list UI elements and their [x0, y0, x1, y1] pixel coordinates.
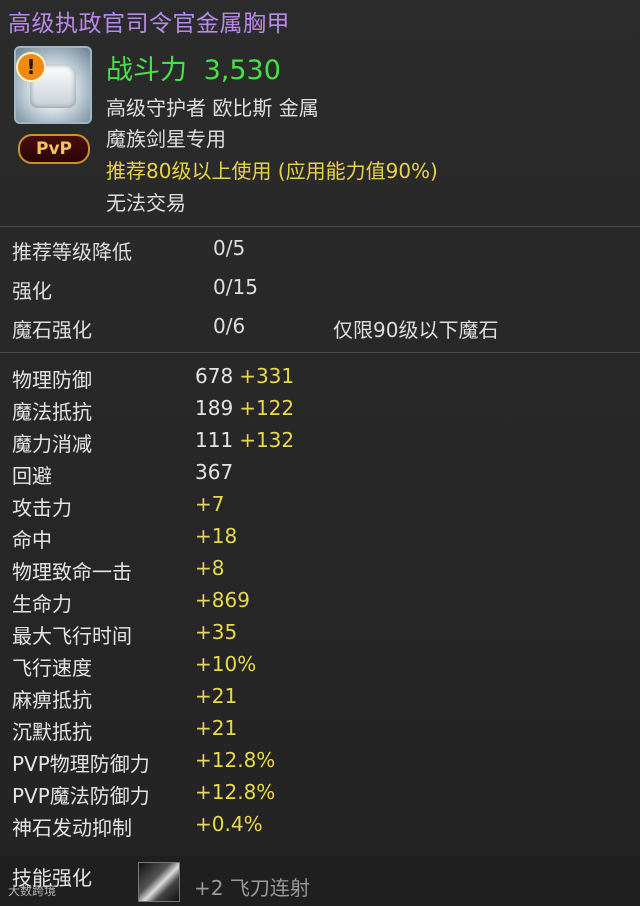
enchant-value-manastone: 0/6 [213, 314, 246, 338]
stat-bonus: +8 [195, 556, 225, 580]
divider [0, 226, 640, 227]
item-trade-status: 无法交易 [106, 191, 186, 215]
stat-bonus: +132 [239, 428, 295, 452]
enchant-label-enhance: 强化 [12, 279, 52, 303]
stat-row: 飞行速度 +10% [0, 652, 640, 684]
stat-name: 神石发动抑制 [12, 816, 132, 840]
divider [0, 352, 640, 353]
stat-base: 678 [195, 364, 234, 388]
stat-name: 攻击力 [12, 496, 72, 520]
item-title: 高级执政官司令官金属胸甲 [8, 11, 290, 37]
stat-name: PVP物理防御力 [12, 752, 150, 776]
stat-name: 最大飞行时间 [12, 624, 132, 648]
item-tooltip: 高级执政官司令官金属胸甲 ! PvP 战斗力 3,530 高级守护者 欧比斯 金… [0, 0, 640, 906]
stat-bonus: +12.8% [195, 780, 276, 804]
skill-enhance-text: +2 飞刀连射 [194, 876, 310, 900]
stat-row: 神石发动抑制 +0.4% [0, 812, 640, 844]
stat-name: 魔法抵抗 [12, 400, 92, 424]
stat-name: 物理防御 [12, 368, 92, 392]
stat-bonus: +35 [195, 620, 238, 644]
stat-bonus: +0.4% [195, 812, 263, 836]
stat-row: 物理防御 678 +331 [0, 364, 640, 396]
skill-bar [0, 856, 640, 906]
stat-value: +7 [195, 492, 224, 516]
stat-name: 魔力消减 [12, 432, 92, 456]
enchant-value-level: 0/5 [213, 236, 246, 260]
stat-row: 命中 +18 [0, 524, 640, 556]
stat-name: 回避 [12, 464, 52, 488]
item-level-requirement: 推荐80级以上使用 (应用能力值90%) [106, 159, 438, 183]
enchant-label-level: 推荐等级降低 [12, 240, 132, 264]
warning-icon: ! [16, 52, 46, 82]
stat-value: +12.8% [195, 780, 275, 804]
enchant-value-enhance: 0/15 [213, 275, 258, 299]
stat-row: 麻痹抵抗 +21 [0, 684, 640, 716]
flying-daggers-skill-icon[interactable] [138, 862, 180, 902]
stat-row: 回避 367 [0, 460, 640, 492]
combat-power: 战斗力 3,530 [106, 48, 281, 87]
stat-value: +0.4% [195, 812, 263, 836]
item-grade-type: 高级守护者 欧比斯 金属 [106, 96, 319, 120]
stat-value: +21 [195, 716, 237, 740]
watermark: 大数跨境 [8, 884, 57, 898]
enchant-label-manastone: 魔石强化 [12, 318, 92, 342]
stat-value: 189 +122 [195, 396, 294, 420]
stat-name: 飞行速度 [12, 656, 92, 680]
stat-row: 攻击力 +7 [0, 492, 640, 524]
stat-row: 魔力消减 111 +132 [0, 428, 640, 460]
stat-value: +10% [195, 652, 256, 676]
stat-name: PVP魔法防御力 [12, 784, 150, 808]
stat-value: 367 [195, 460, 239, 484]
stat-bonus: +21 [195, 684, 238, 708]
stat-bonus: +869 [195, 588, 250, 612]
stat-value: +12.8% [195, 748, 275, 772]
stat-row: 物理致命一击 +8 [0, 556, 640, 588]
combat-power-value: 3,530 [203, 55, 281, 86]
stat-base: 189 [195, 396, 234, 420]
stat-name: 物理致命一击 [12, 560, 132, 584]
enchant-note-manastone: 仅限90级以下魔石 [333, 318, 499, 342]
stat-row: PVP物理防御力 +12.8% [0, 748, 640, 780]
stat-base: 111 [195, 428, 234, 452]
stat-row: 最大飞行时间 +35 [0, 620, 640, 652]
combat-power-label: 战斗力 [106, 55, 187, 86]
stat-bonus: +122 [239, 396, 295, 420]
stat-row: 沉默抵抗 +21 [0, 716, 640, 748]
stat-name: 麻痹抵抗 [12, 688, 92, 712]
stat-base: 367 [195, 460, 234, 484]
stat-value: +35 [195, 620, 237, 644]
pvp-badge: PvP [18, 134, 90, 164]
stat-row: 魔法抵抗 189 +122 [0, 396, 640, 428]
stat-value: 678 +331 [195, 364, 294, 388]
stat-row: PVP魔法防御力 +12.8% [0, 780, 640, 812]
stat-bonus: +10% [195, 652, 257, 676]
stat-bonus: +331 [239, 364, 295, 388]
stat-row: 生命力 +869 [0, 588, 640, 620]
stat-name: 命中 [12, 528, 52, 552]
stat-value: +869 [195, 588, 250, 612]
stat-bonus: +7 [195, 492, 225, 516]
stat-name: 沉默抵抗 [12, 720, 92, 744]
stat-bonus: +18 [195, 524, 238, 548]
stat-bonus: +12.8% [195, 748, 276, 772]
item-class-restriction: 魔族剑星专用 [106, 127, 226, 151]
stat-value: +8 [195, 556, 224, 580]
stat-name: 生命力 [12, 592, 72, 616]
stat-value: +18 [195, 524, 237, 548]
stat-value: 111 +132 [195, 428, 294, 452]
stat-bonus: +21 [195, 716, 238, 740]
stat-value: +21 [195, 684, 237, 708]
